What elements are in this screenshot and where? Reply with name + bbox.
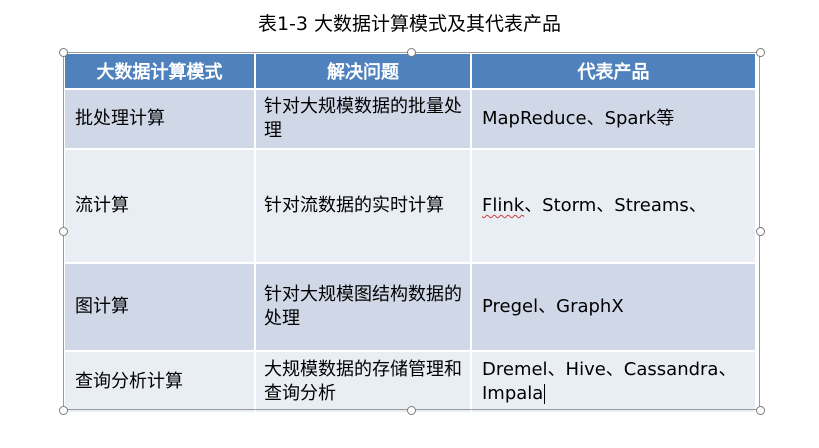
cell-mode[interactable]: 图计算: [65, 262, 256, 351]
cell-problem[interactable]: 针对大规模数据的批量处理: [255, 88, 472, 149]
cell-product[interactable]: Pregel、GraphX: [471, 262, 755, 351]
table-object[interactable]: 大数据计算模式 解决问题 代表产品 批处理计算 针对大规模数据的批量处理 Map…: [63, 52, 760, 412]
resize-handle-top-right[interactable]: [756, 48, 765, 57]
table-row: 查询分析计算 大规模数据的存储管理和查询分析 Dremel、Hive、Cassa…: [65, 350, 755, 412]
resize-handle-top[interactable]: [407, 48, 416, 57]
table-row: 批处理计算 针对大规模数据的批量处理 MapReduce、Spark等: [65, 88, 755, 149]
data-table[interactable]: 大数据计算模式 解决问题 代表产品 批处理计算 针对大规模数据的批量处理 Map…: [65, 54, 755, 412]
header-cell-product[interactable]: 代表产品: [471, 54, 755, 89]
cell-mode[interactable]: 流计算: [65, 148, 256, 263]
cell-problem[interactable]: 针对流数据的实时计算: [255, 148, 472, 263]
header-cell-problem[interactable]: 解决问题: [255, 54, 472, 89]
cell-product[interactable]: MapReduce、Spark等: [471, 88, 755, 149]
resize-handle-bottom-left[interactable]: [59, 406, 68, 415]
header-cell-mode[interactable]: 大数据计算模式: [65, 54, 256, 89]
text-cursor: [544, 384, 546, 404]
cell-mode[interactable]: 批处理计算: [65, 88, 256, 149]
cell-problem[interactable]: 针对大规模图结构数据的处理: [255, 262, 472, 351]
table-caption: 表1-3 大数据计算模式及其代表产品: [257, 13, 562, 35]
resize-handle-left[interactable]: [59, 227, 68, 236]
cell-product[interactable]: Flink、Storm、Streams、: [471, 148, 755, 263]
cell-product-text: 、Storm、Streams、: [524, 195, 707, 216]
table-row: 图计算 针对大规模图结构数据的处理 Pregel、GraphX: [65, 262, 755, 351]
resize-handle-bottom[interactable]: [407, 406, 416, 415]
resize-handle-bottom-right[interactable]: [756, 406, 765, 415]
cell-product-text: Dremel、Hive、Cassandra、Impala: [482, 359, 737, 404]
cell-mode[interactable]: 查询分析计算: [65, 350, 256, 412]
header-row: 大数据计算模式 解决问题 代表产品: [65, 54, 755, 89]
cell-problem[interactable]: 大规模数据的存储管理和查询分析: [255, 350, 472, 412]
table-row: 流计算 针对流数据的实时计算 Flink、Storm、Streams、: [65, 148, 755, 263]
resize-handle-top-left[interactable]: [59, 48, 68, 57]
cell-product[interactable]: Dremel、Hive、Cassandra、Impala: [471, 350, 755, 412]
spellcheck-word[interactable]: Flink: [482, 195, 524, 216]
resize-handle-right[interactable]: [756, 227, 765, 236]
